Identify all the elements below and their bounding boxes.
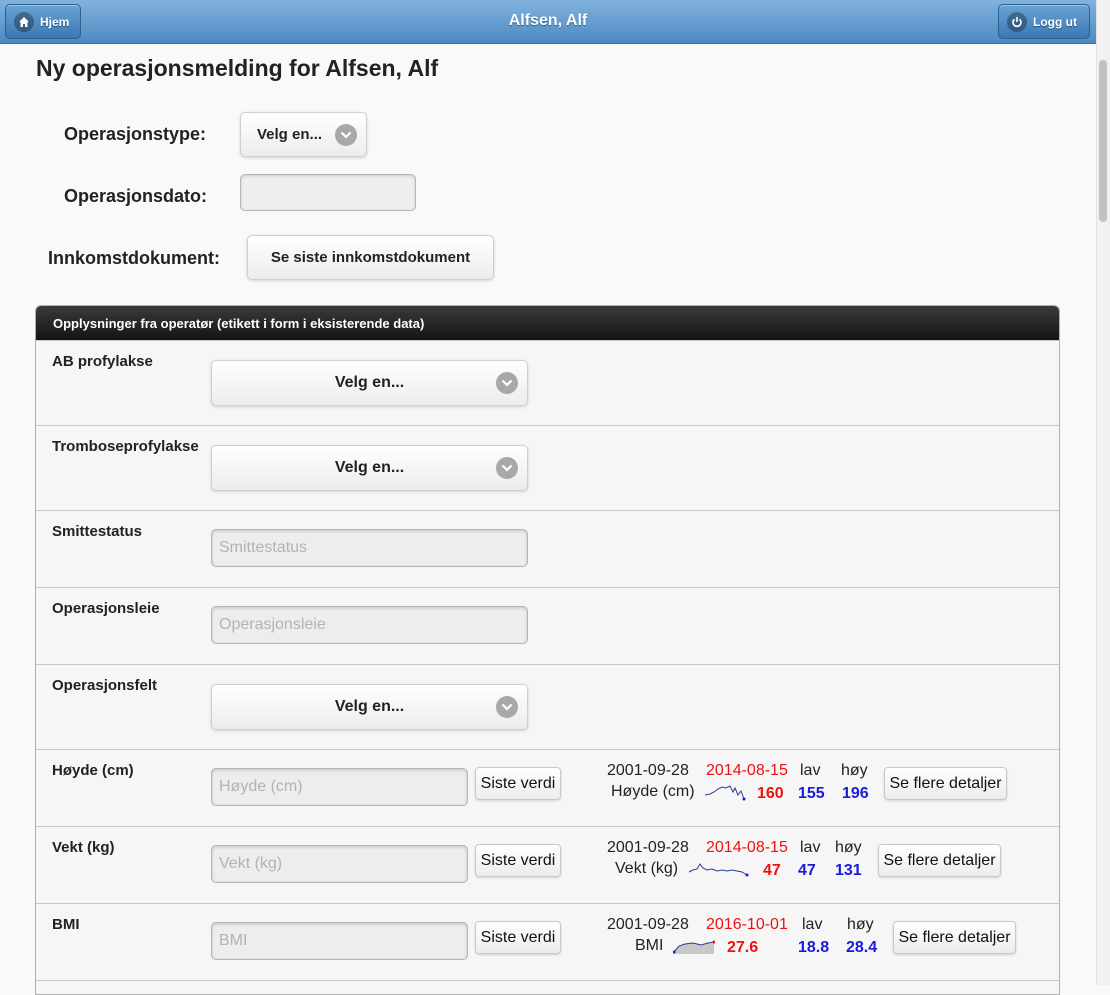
high-label: høy — [847, 916, 874, 933]
first-date: 2001-09-28 — [607, 762, 689, 779]
row-label: Smittestatus — [52, 523, 143, 540]
measure-name: Vekt (kg) — [615, 860, 679, 877]
row-operasjonsfelt: Operasjonsfelt Velg en... — [36, 664, 1059, 749]
view-income-document-button[interactable]: Se siste innkomstdokument — [247, 235, 494, 280]
row-bmi: BMI BMI Siste verdi 2001-09-28 2016-10-0… — [36, 903, 1059, 980]
first-date: 2001-09-28 — [607, 916, 689, 933]
row-ab-profylakse: AB profylakse Velg en... — [36, 340, 1059, 425]
measure-name: BMI — [635, 937, 664, 954]
last-date: 2014-08-15 — [706, 839, 788, 856]
select-value: Velg en... — [334, 698, 405, 715]
low-value: 18.8 — [798, 939, 830, 956]
chevron-down-icon — [496, 372, 518, 394]
row-operasjonsleie: Operasjonsleie Operasjonsleie — [36, 587, 1059, 664]
operation-date-label: Operasjonsdato: — [64, 186, 208, 206]
chevron-down-icon — [496, 696, 518, 718]
low-value: 155 — [798, 785, 825, 802]
height-last-value-button[interactable]: Siste verdi — [475, 767, 561, 800]
first-date: 2001-09-28 — [607, 839, 689, 856]
income-document-label: Innkomstdokument: — [48, 248, 221, 268]
row-smittestatus: Smittestatus Smittestatus — [36, 510, 1059, 587]
row-label: Operasjonsleie — [52, 600, 160, 617]
weight-sparkline — [688, 863, 749, 877]
smittestatus-input[interactable]: Smittestatus — [211, 529, 528, 567]
select-value: Velg en... — [334, 374, 405, 391]
last-value: 47 — [763, 862, 781, 879]
height-input[interactable]: Høyde (cm) — [211, 768, 468, 806]
operation-type-value: Velg en... — [257, 126, 323, 143]
operasjonsfelt-select[interactable]: Velg en... — [211, 684, 528, 730]
height-details-button[interactable]: Se flere detaljer — [884, 767, 1007, 800]
operation-type-label: Operasjonstype: — [64, 124, 207, 144]
operator-info-panel: Opplysninger fra operatør (etikett i for… — [35, 305, 1060, 995]
row-weight: Vekt (kg) Vekt (kg) Siste verdi 2001-09-… — [36, 826, 1059, 903]
row-next-partial — [36, 980, 1059, 994]
row-label: Vekt (kg) — [52, 839, 115, 856]
row-label: Høyde (cm) — [52, 762, 134, 779]
low-label: lav — [802, 916, 823, 933]
bmi-input[interactable]: BMI — [211, 922, 468, 960]
chevron-down-icon — [496, 457, 518, 479]
ab-profylakse-select[interactable]: Velg en... — [211, 360, 528, 406]
row-tromboseprofylakse: Tromboseprofylakse Velg en... — [36, 425, 1059, 510]
operation-type-select[interactable]: Velg en... — [240, 112, 367, 157]
last-value: 27.6 — [727, 939, 759, 956]
logout-button-label: Logg ut — [1033, 14, 1077, 29]
bmi-details-button[interactable]: Se flere detaljer — [893, 921, 1016, 954]
weight-input[interactable]: Vekt (kg) — [211, 845, 468, 883]
row-label: AB profylakse — [52, 353, 153, 370]
operation-date-input[interactable] — [240, 174, 416, 211]
high-value: 196 — [842, 785, 869, 802]
row-label: Operasjonsfelt — [52, 677, 158, 694]
high-value: 131 — [835, 862, 862, 879]
page-title: Ny operasjonsmelding for Alfsen, Alf — [36, 55, 439, 81]
header-title: Alfsen, Alf — [508, 12, 588, 29]
last-value: 160 — [757, 785, 784, 802]
row-label: Tromboseprofylakse — [52, 438, 199, 455]
operasjonsleie-input[interactable]: Operasjonsleie — [211, 606, 528, 644]
high-label: høy — [835, 839, 862, 856]
scrollbar-thumb[interactable] — [1099, 60, 1107, 222]
tromboseprofylakse-select[interactable]: Velg en... — [211, 445, 528, 491]
logout-button[interactable]: Logg ut — [998, 4, 1090, 39]
top-header-bar: Hjem Alfsen, Alf Logg ut — [0, 0, 1096, 44]
last-date: 2016-10-01 — [706, 916, 788, 933]
bmi-sparkline — [673, 940, 715, 954]
high-value: 28.4 — [846, 939, 878, 956]
panel-header: Opplysninger fra operatør (etikett i for… — [36, 306, 1059, 340]
low-value: 47 — [798, 862, 816, 879]
weight-last-value-button[interactable]: Siste verdi — [475, 844, 561, 877]
height-sparkline — [704, 785, 746, 801]
select-value: Velg en... — [334, 459, 405, 476]
chevron-down-icon — [335, 124, 357, 146]
weight-details-button[interactable]: Se flere detaljer — [878, 844, 1001, 877]
row-label: BMI — [52, 916, 80, 933]
power-icon — [1007, 11, 1027, 32]
low-label: lav — [800, 762, 821, 779]
row-height: Høyde (cm) Høyde (cm) Siste verdi 2001-0… — [36, 749, 1059, 826]
measure-name: Høyde (cm) — [611, 783, 695, 800]
bmi-last-value-button[interactable]: Siste verdi — [475, 921, 561, 954]
low-label: lav — [800, 839, 821, 856]
last-date: 2014-08-15 — [706, 762, 788, 779]
high-label: høy — [841, 762, 868, 779]
